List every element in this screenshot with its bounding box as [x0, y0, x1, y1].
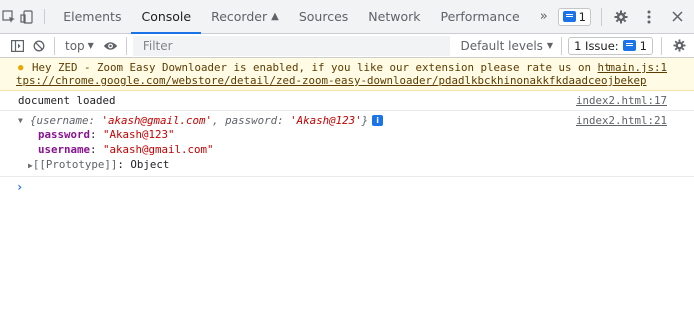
summary-key: username [36, 114, 89, 127]
tab-network[interactable]: Network [358, 0, 430, 33]
prototype-key: [[Prototype]] [32, 158, 118, 171]
tabbar-divider [44, 9, 46, 24]
tab-elements[interactable]: Elements [53, 0, 131, 33]
tab-performance[interactable]: Performance [430, 0, 529, 33]
issues-count: 1 [578, 9, 586, 24]
warning-hand-icon: ● [18, 63, 24, 73]
filter-placeholder: Filter [142, 38, 173, 53]
brace-close: } [361, 114, 369, 127]
tab-console[interactable]: Console [131, 0, 201, 34]
summary-value: 'akash@gmail.com' [101, 114, 213, 127]
prototype-row[interactable]: ▶[[Prototype]]: Object [18, 157, 686, 173]
expand-triangle-icon[interactable]: ▼ [18, 116, 30, 125]
device-toolbar-icon[interactable] [18, 0, 36, 33]
issues-count: 1 [639, 38, 647, 53]
console-object-message: ▼ {username: 'akash@gmail.com', password… [0, 111, 694, 177]
warning-text-line: Hey ZED - Zoom Easy Downloader is enable… [18, 61, 686, 74]
tab-label: Elements [63, 9, 122, 24]
tab-recorder[interactable]: Recorder ▲ [201, 0, 289, 33]
log-source-link[interactable]: index2.html:17 [576, 94, 667, 107]
divider [54, 36, 55, 55]
more-tabs-icon: » [539, 9, 548, 24]
divider [561, 36, 563, 55]
clear-console-icon[interactable] [28, 34, 50, 58]
log-levels-dropdown[interactable]: Default levels ▼ [454, 39, 559, 53]
context-value: top [65, 38, 85, 53]
context-selector[interactable]: top ▼ [59, 39, 100, 53]
tab-label: Sources [298, 9, 349, 24]
divider [601, 7, 602, 26]
more-tabs-button[interactable]: » [530, 0, 558, 33]
console-warning-message: ● Hey ZED - Zoom Easy Downloader is enab… [0, 58, 694, 91]
close-devtools-icon[interactable] [668, 7, 686, 27]
property-key: username [38, 143, 91, 156]
console-log-message: document loaded index2.html:17 [0, 91, 694, 111]
object-property: username: "akash@gmail.com" [38, 143, 214, 156]
prompt-chevron-icon: › [16, 180, 24, 194]
recorder-flask-icon: ▲ [271, 11, 279, 22]
log-text: document loaded [18, 94, 116, 107]
tabbar-right-actions: 1 [557, 0, 694, 33]
property-key: password [38, 128, 91, 141]
settings-gear-icon[interactable] [612, 7, 630, 27]
issue-message-icon [562, 11, 576, 22]
property-value: "akash@gmail.com" [103, 143, 214, 156]
console-toolbar: top ▼ Filter Default levels ▼ 1 Issue: 1 [0, 34, 694, 58]
object-property: password: "Akash@123" [38, 128, 175, 141]
console-settings-gear-icon[interactable] [668, 34, 690, 58]
dropdown-caret-icon: ▼ [546, 41, 554, 50]
object-source-link[interactable]: index2.html:21 [576, 114, 667, 127]
inspect-element-icon[interactable] [0, 0, 18, 33]
info-icon[interactable]: i [372, 115, 384, 126]
prototype-value: Object [130, 158, 170, 171]
issues-counter-button[interactable]: 1 [557, 7, 591, 26]
tab-label: Network [368, 9, 421, 24]
devtools-tabbar: Elements Console Recorder ▲ Sources Netwo… [0, 0, 694, 34]
summary-separator: , [212, 114, 226, 127]
property-value: "Akash@123" [103, 128, 175, 141]
show-sidebar-icon[interactable] [6, 34, 28, 58]
more-options-kebab-icon[interactable] [640, 7, 658, 27]
issue-message-icon [622, 40, 636, 51]
warning-url-continuation[interactable]: tps://chrome.google.com/webstore/detail/… [16, 74, 686, 87]
issues-button[interactable]: 1 Issue: 1 [568, 36, 653, 55]
console-output: ● Hey ZED - Zoom Easy Downloader is enab… [0, 58, 694, 325]
tab-label: Performance [440, 9, 520, 24]
live-expression-eye-icon[interactable] [100, 34, 122, 58]
warning-text: Hey ZED - Zoom Easy Downloader is enable… [32, 61, 598, 74]
divider [661, 36, 662, 55]
warning-source-link[interactable]: main.js:1 [608, 61, 667, 74]
dropdown-caret-icon: ▼ [87, 41, 94, 50]
tab-label: Recorder [211, 9, 268, 24]
tab-label: Console [141, 9, 192, 24]
object-summary: {username: 'akash@gmail.com', password: … [30, 114, 369, 127]
issues-label: 1 Issue: [574, 38, 619, 53]
summary-key: password [225, 114, 278, 127]
console-prompt[interactable]: › [0, 177, 694, 197]
divider [125, 36, 127, 55]
filter-input[interactable]: Filter [132, 35, 451, 56]
tab-sources[interactable]: Sources [289, 0, 358, 33]
log-levels-label: Default levels [460, 38, 543, 53]
summary-value: 'Akash@123' [290, 114, 362, 127]
